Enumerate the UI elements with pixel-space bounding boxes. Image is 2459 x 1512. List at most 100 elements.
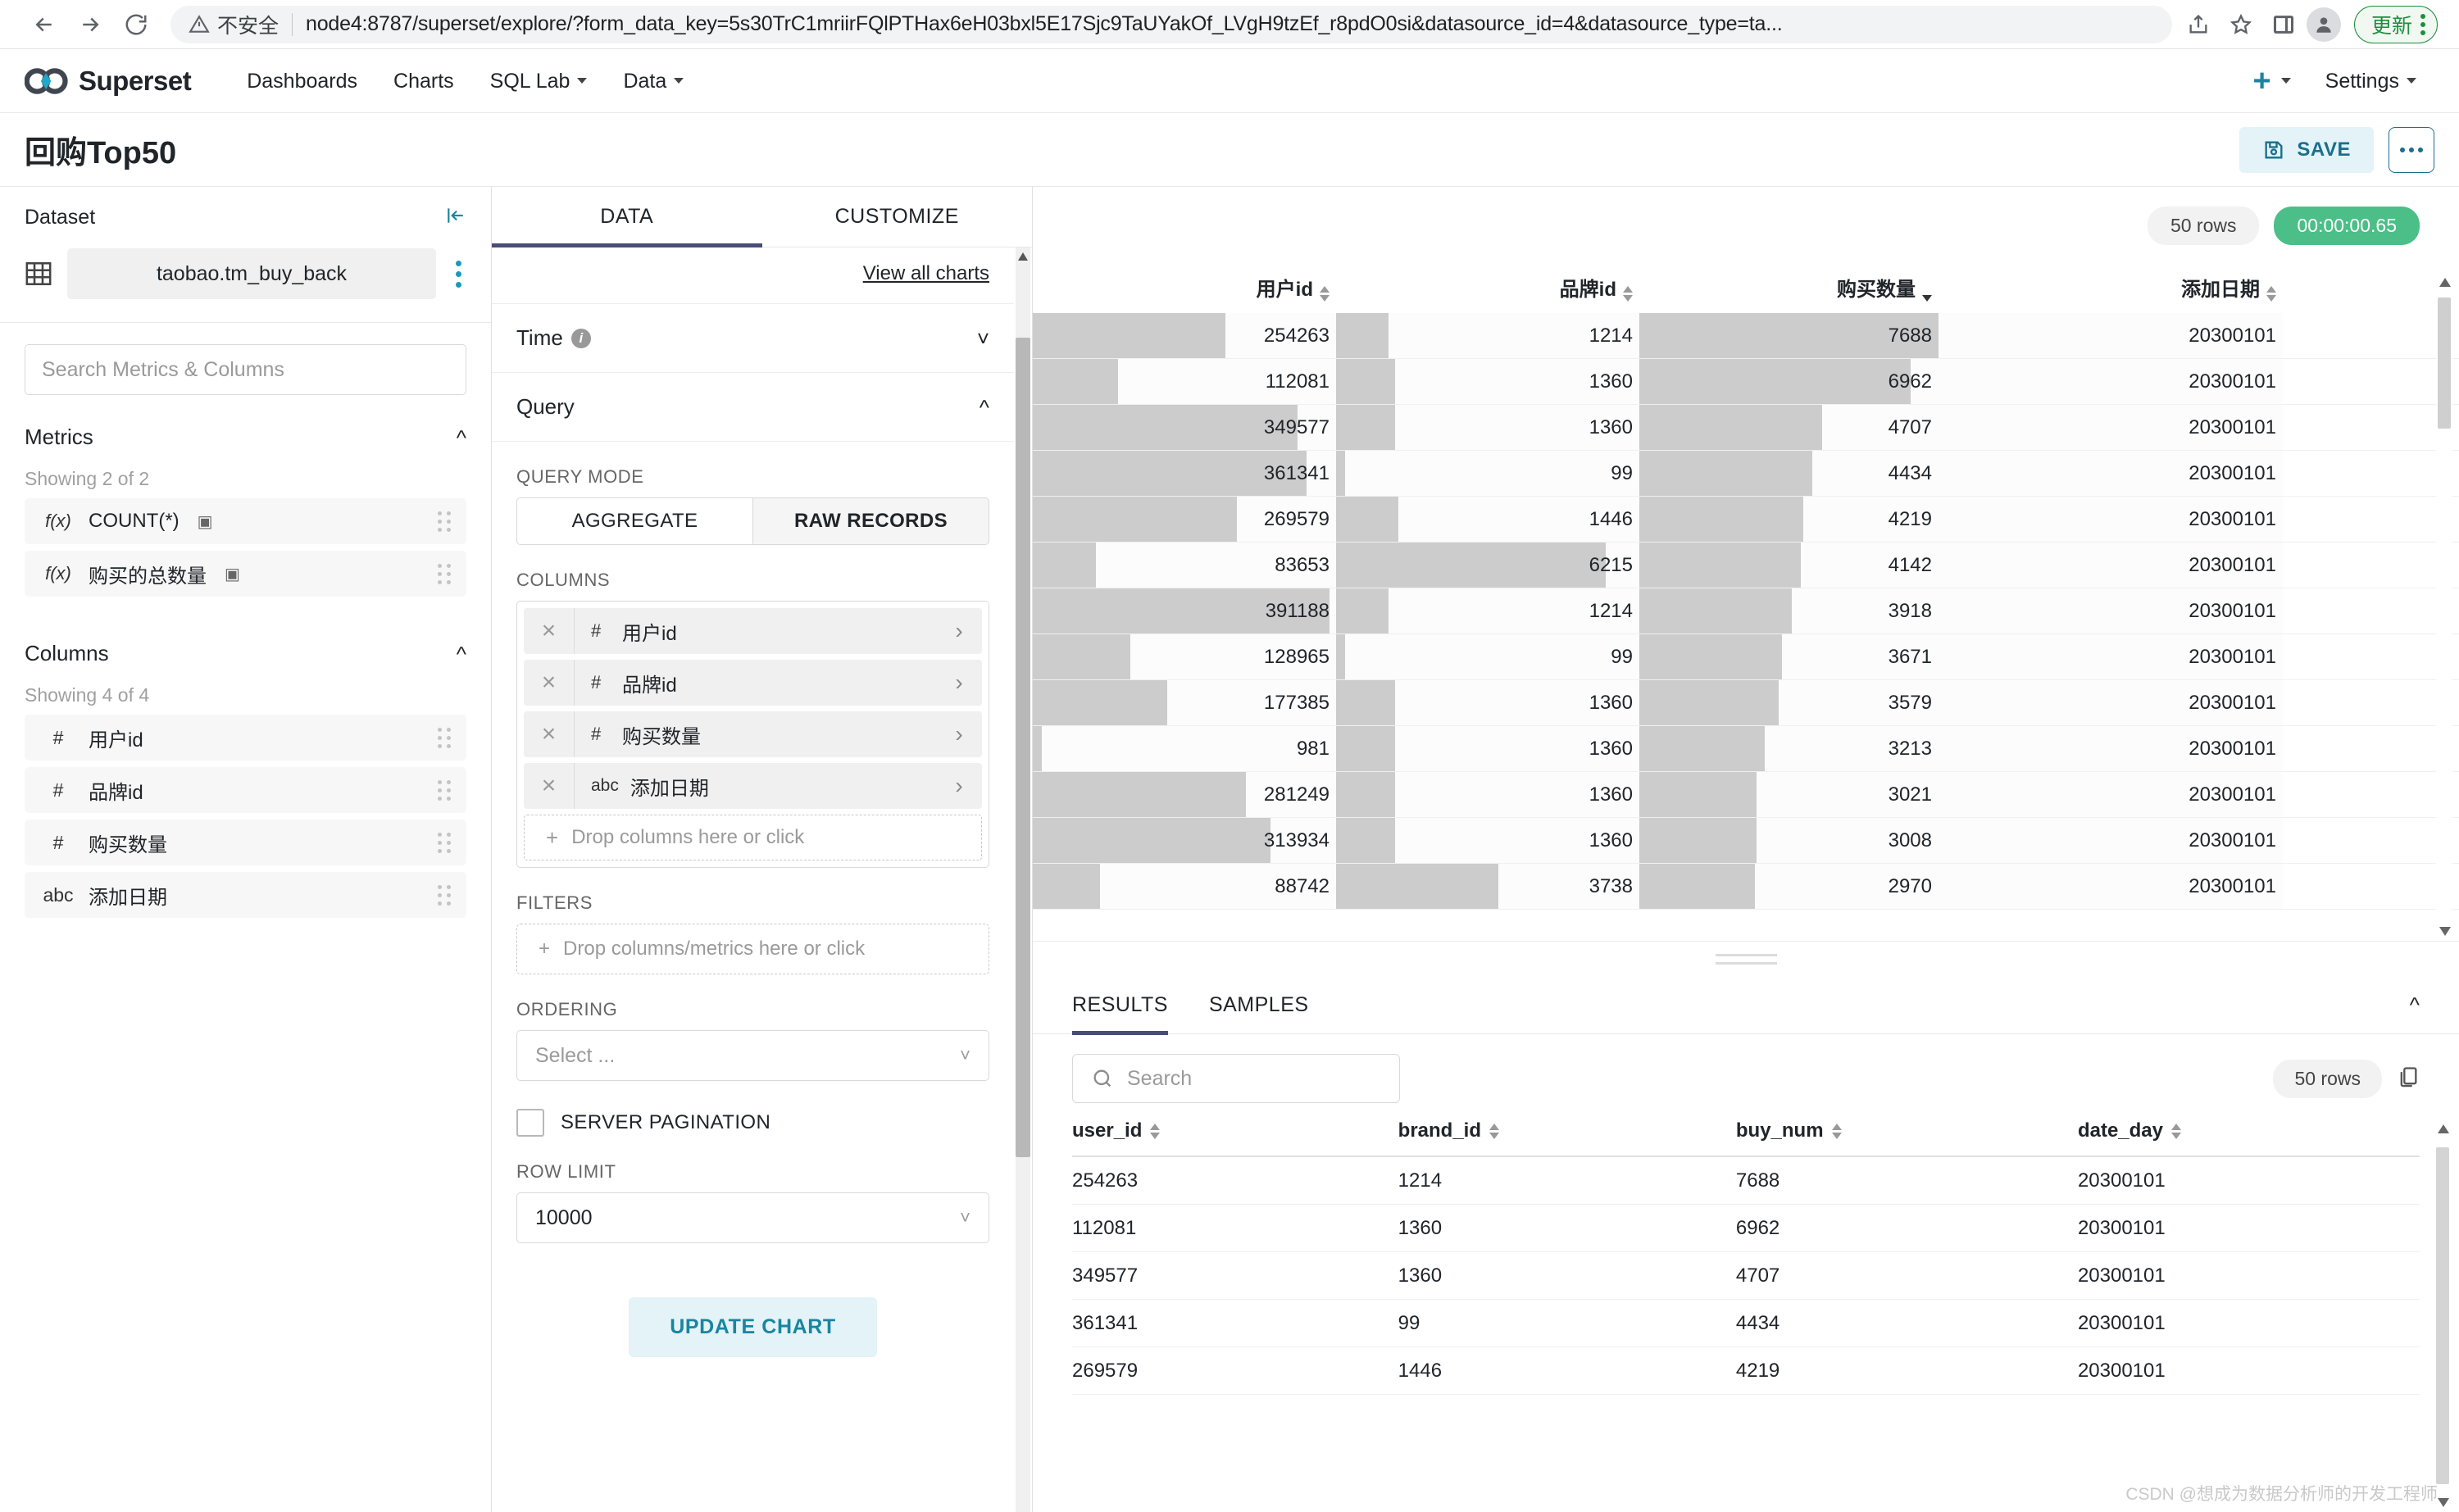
columns-drop-area[interactable]: × # 用户id › × # 品牌id › × # 购买数量 › × abc 添… — [516, 601, 989, 868]
drag-handle-icon[interactable] — [438, 884, 452, 906]
scroll-up-icon[interactable] — [2439, 278, 2451, 287]
table-row[interactable]: 254263 1214 7688 20300101 — [1033, 313, 2459, 359]
tab-results[interactable]: RESULTS — [1072, 977, 1168, 1035]
column-item[interactable]: # 购买数量 — [25, 820, 466, 865]
scroll-up-icon[interactable] — [2438, 1124, 2449, 1133]
sort-icon[interactable] — [1623, 286, 1633, 302]
sort-icon[interactable] — [1831, 1123, 1842, 1139]
scrollbar-thumb[interactable] — [1016, 338, 1030, 1157]
table-row[interactable]: 269579 1446 4219 20300101 — [1033, 497, 2459, 543]
scroll-down-icon[interactable] — [2438, 1498, 2449, 1507]
column-item[interactable]: # 用户id — [25, 715, 466, 761]
remove-icon[interactable]: × — [524, 711, 575, 757]
chrome-menu-icon[interactable] — [2420, 13, 2425, 35]
chevron-right-icon[interactable]: › — [936, 618, 982, 644]
sort-icon[interactable] — [1150, 1123, 1161, 1139]
table-row[interactable]: 112081 1360 6962 20300101 — [1072, 1205, 2420, 1252]
column-chip[interactable]: × # 购买数量 › — [524, 711, 982, 757]
table-row[interactable]: 349577 1360 4707 20300101 — [1072, 1252, 2420, 1300]
nav-item-sql-lab[interactable]: SQL Lab — [472, 49, 606, 113]
collapse-panel-icon[interactable] — [445, 205, 466, 230]
table-row[interactable]: 361341 99 4434 20300101 — [1072, 1300, 2420, 1347]
address-bar[interactable]: 不安全 node4:8787/superset/explore/?form_da… — [170, 5, 2172, 43]
sort-icon[interactable] — [1489, 1123, 1499, 1139]
superset-logo[interactable]: Superset — [25, 66, 192, 97]
collapse-results-icon[interactable]: ^ — [2410, 992, 2420, 1018]
column-chip[interactable]: × abc 添加日期 › — [524, 763, 982, 809]
row-limit-select[interactable]: 10000 ˅ — [516, 1192, 989, 1243]
results-column-header[interactable]: brand_id — [1398, 1119, 1736, 1142]
results-table-scrollbar[interactable] — [2434, 1119, 2451, 1512]
table-row[interactable]: 349577 1360 4707 20300101 — [1033, 405, 2459, 451]
browser-reload-icon[interactable] — [113, 2, 159, 48]
chart-table-scrollbar[interactable] — [2436, 273, 2452, 941]
chart-column-header[interactable]: 用户id — [1033, 273, 1336, 313]
query-section-header[interactable]: Query ^ — [492, 373, 1014, 442]
scroll-down-icon[interactable] — [2439, 927, 2451, 936]
browser-forward-icon[interactable] — [67, 2, 113, 48]
table-row[interactable]: 112081 1360 6962 20300101 — [1033, 359, 2459, 405]
metrics-section-header[interactable]: Metrics ^ — [0, 410, 491, 456]
drag-handle-icon[interactable] — [438, 779, 452, 801]
more-options-button[interactable] — [2389, 126, 2434, 173]
drag-handle-icon[interactable] — [438, 727, 452, 748]
results-column-header[interactable]: buy_num — [1736, 1119, 2078, 1142]
column-item[interactable]: # 品牌id — [25, 767, 466, 813]
column-chip[interactable]: × # 品牌id › — [524, 660, 982, 706]
copy-icon[interactable] — [2397, 1065, 2420, 1092]
nav-item-settings[interactable]: Settings — [2307, 49, 2434, 113]
column-item[interactable]: abc 添加日期 — [25, 872, 466, 918]
query-mode-aggregate[interactable]: AGGREGATE — [516, 497, 753, 545]
nav-item-data[interactable]: Data — [605, 49, 702, 113]
view-all-charts-link[interactable]: View all charts — [863, 262, 989, 284]
sort-icon[interactable] — [2171, 1123, 2181, 1139]
info-icon[interactable]: i — [570, 328, 591, 348]
sort-desc-icon[interactable] — [1922, 295, 1932, 302]
panel-resize-handle[interactable] — [1033, 941, 2459, 977]
table-row[interactable]: 391188 1214 3918 20300101 — [1033, 588, 2459, 634]
table-row[interactable]: 83653 6215 4142 20300101 — [1033, 543, 2459, 588]
chrome-update-button[interactable]: 更新 — [2353, 5, 2438, 43]
tab-samples[interactable]: SAMPLES — [1209, 977, 1309, 1034]
scrollbar-thumb[interactable] — [2436, 1147, 2449, 1484]
chart-column-header[interactable]: 品牌id — [1336, 273, 1639, 313]
save-button[interactable]: SAVE — [2239, 126, 2374, 173]
table-row[interactable]: 361341 99 4434 20300101 — [1033, 451, 2459, 497]
results-search[interactable] — [1072, 1054, 1400, 1103]
bookmark-star-icon[interactable] — [2221, 5, 2261, 44]
chevron-right-icon[interactable]: › — [936, 773, 982, 799]
metric-item[interactable]: f(x) 购买的总数量 ▣ — [25, 551, 466, 597]
scrollbar-thumb[interactable] — [2438, 297, 2451, 429]
server-pagination-row[interactable]: SERVER PAGINATION — [516, 1109, 989, 1137]
chevron-right-icon[interactable]: › — [936, 721, 982, 747]
dataset-name[interactable]: taobao.tm_buy_back — [67, 248, 436, 299]
table-row[interactable]: 981 1360 3213 20300101 — [1033, 726, 2459, 772]
results-column-header[interactable]: date_day — [2078, 1119, 2420, 1142]
remove-icon[interactable]: × — [524, 608, 575, 654]
filters-drop-area[interactable]: + Drop columns/metrics here or click — [516, 924, 989, 974]
tab-customize[interactable]: CUSTOMIZE — [762, 187, 1033, 247]
table-row[interactable]: 281249 1360 3021 20300101 — [1033, 772, 2459, 818]
nav-item-dashboards[interactable]: Dashboards — [229, 49, 375, 113]
side-panel-icon[interactable] — [2264, 5, 2303, 44]
tab-data[interactable]: DATA — [492, 187, 762, 247]
table-row[interactable]: 128965 99 3671 20300101 — [1033, 634, 2459, 680]
table-row[interactable]: 269579 1446 4219 20300101 — [1072, 1347, 2420, 1395]
scroll-up-icon[interactable] — [1018, 252, 1028, 261]
columns-section-header[interactable]: Columns ^ — [0, 626, 491, 673]
browser-back-icon[interactable] — [21, 2, 67, 48]
remove-icon[interactable]: × — [524, 763, 575, 809]
table-row[interactable]: 177385 1360 3579 20300101 — [1033, 680, 2459, 726]
table-row[interactable]: 88742 3738 2970 20300101 — [1033, 864, 2459, 910]
profile-avatar[interactable] — [2306, 7, 2341, 42]
table-row[interactable]: 254263 1214 7688 20300101 — [1072, 1157, 2420, 1205]
chart-table-body[interactable]: 254263 1214 7688 20300101 112081 1360 6962 2030… — [1033, 313, 2459, 941]
sort-icon[interactable] — [1320, 286, 1329, 302]
new-item-button[interactable]: + — [2236, 66, 2307, 97]
drag-handle-icon[interactable] — [438, 563, 452, 584]
ordering-select[interactable]: Select ... ˅ — [516, 1030, 989, 1081]
nav-item-charts[interactable]: Charts — [375, 49, 472, 113]
remove-icon[interactable]: × — [524, 660, 575, 706]
columns-drop-hint[interactable]: + Drop columns here or click — [524, 815, 982, 860]
metric-item[interactable]: f(x) COUNT(*) ▣ — [25, 498, 466, 544]
